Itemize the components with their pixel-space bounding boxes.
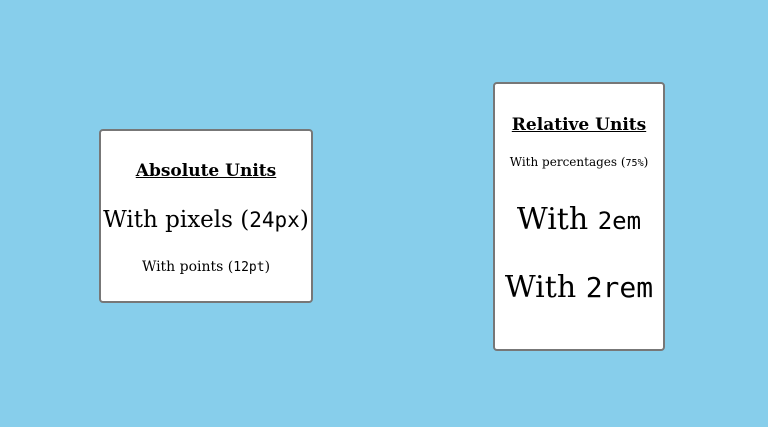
em-example: With 2em (495, 202, 663, 237)
percentages-code: 75% (625, 158, 644, 169)
rem-code: 2rem (585, 271, 654, 304)
pixels-suffix: ) (299, 207, 309, 233)
percentages-suffix: ) (643, 155, 649, 169)
relative-units-card: Relative Units With percentages (75%) Wi… (493, 82, 665, 351)
percentages-prefix: With percentages ( (509, 155, 626, 169)
percentages-example: With percentages (75%) (495, 155, 663, 169)
points-code: 12pt (233, 260, 265, 275)
relative-units-title: Relative Units (511, 115, 647, 135)
pixels-code: 24px (249, 208, 300, 232)
pixels-prefix: With pixels ( (103, 207, 250, 233)
points-prefix: With points ( (141, 259, 234, 275)
points-example: With points (12pt) (101, 259, 311, 275)
em-prefix: With (516, 202, 598, 237)
points-suffix: ) (264, 259, 271, 275)
absolute-units-title: Absolute Units (135, 161, 277, 181)
pixels-example: With pixels (24px) (101, 207, 311, 233)
rem-prefix: With (504, 270, 586, 305)
absolute-units-card: Absolute Units With pixels (24px) With p… (99, 129, 313, 303)
em-code: 2em (597, 207, 642, 235)
rem-example: With 2rem (495, 270, 663, 305)
page-background: { "absolute_card": { "title": "Absolute … (0, 0, 768, 427)
